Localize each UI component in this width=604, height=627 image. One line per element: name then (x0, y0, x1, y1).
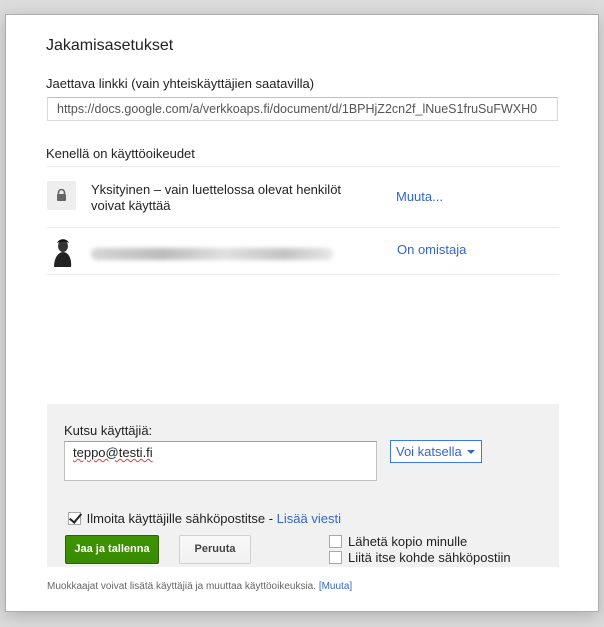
share-link-field[interactable]: https://docs.google.com/a/verkkoaps.fi/d… (47, 97, 558, 121)
footer-note: Muokkaajat voivat lisätä käyttäjiä ja mu… (47, 581, 352, 592)
notify-separator: - (265, 511, 277, 526)
person-icon (51, 237, 73, 269)
share-link-label: Jaettava linkki (vain yhteiskäyttäjien s… (46, 76, 315, 91)
privacy-row: Yksityinen – vain luettelossa olevat hen… (47, 167, 559, 227)
access-list-label: Kenellä on käyttöoikeudet (46, 146, 195, 161)
paste-item-checkbox[interactable] (329, 551, 342, 564)
permission-value: Voi katsella (396, 444, 462, 459)
owner-name-redacted (91, 248, 333, 260)
cancel-button[interactable]: Peruuta (179, 535, 251, 564)
send-copy-option: Lähetä kopio minulle (329, 534, 467, 550)
notify-row: Ilmoita käyttäjille sähköpostitse - Lisä… (68, 511, 341, 527)
divider (47, 227, 559, 228)
invite-users-input[interactable]: teppo@testi.fi (64, 441, 377, 481)
owner-role: On omistaja (397, 242, 467, 257)
divider (47, 274, 559, 275)
owner-row: On omistaja (47, 229, 559, 274)
lock-icon (47, 181, 76, 210)
add-message-link[interactable]: Lisää viesti (277, 511, 341, 526)
invite-label: Kutsu käyttäjiä: (64, 423, 153, 438)
dialog-title: Jakamisasetukset (46, 37, 174, 54)
invite-panel: Kutsu käyttäjiä: teppo@testi.fi Voi kats… (47, 404, 559, 567)
chevron-down-icon (467, 450, 475, 454)
change-visibility-link[interactable]: Muuta... (396, 189, 443, 204)
invite-input-value: teppo@testi.fi (73, 445, 153, 460)
privacy-description: Yksityinen – vain luettelossa olevat hen… (91, 182, 342, 213)
paste-item-label: Liitä itse kohde sähköpostiin (348, 550, 511, 565)
footer-note-text: Muokkaajat voivat lisätä käyttäjiä ja mu… (47, 581, 317, 592)
paste-item-option: Liitä itse kohde sähköpostiin (329, 550, 511, 566)
send-copy-checkbox[interactable] (329, 535, 342, 548)
permission-dropdown[interactable]: Voi katsella (390, 440, 482, 463)
notify-checkbox[interactable] (68, 512, 81, 525)
footer-change-link[interactable]: [Muuta] (319, 581, 352, 592)
notify-label: Ilmoita käyttäjille sähköpostitse (86, 511, 266, 526)
sharing-settings-dialog: Jakamisasetukset Jaettava linkki (vain y… (5, 14, 599, 612)
send-copy-label: Lähetä kopio minulle (348, 534, 468, 549)
share-and-save-button[interactable]: Jaa ja tallenna (65, 535, 159, 564)
